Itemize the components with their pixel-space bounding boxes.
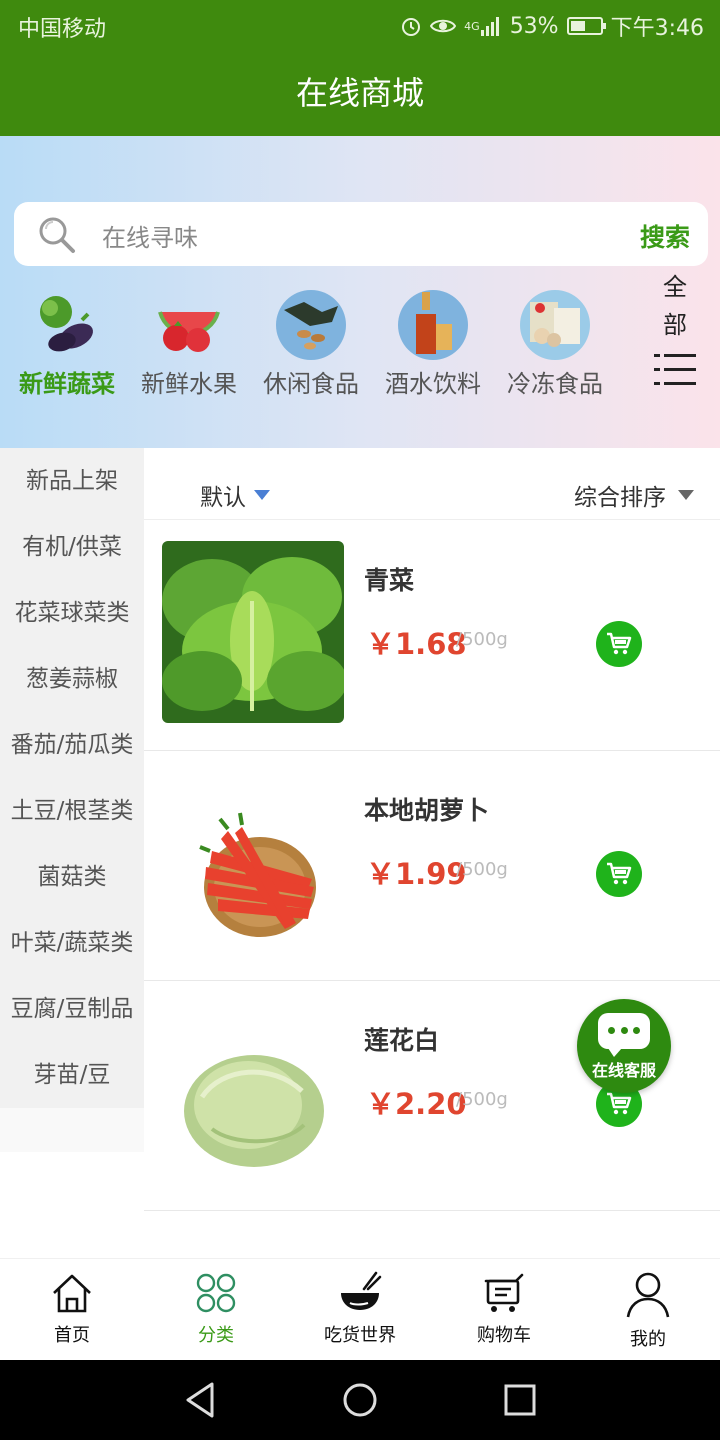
- product-price: ￥1.68: [366, 627, 467, 661]
- category-label: 冷冻食品: [507, 370, 603, 398]
- network-label: 4G: [464, 19, 480, 33]
- product-unit: /500g: [456, 1089, 508, 1110]
- tab-foodie-world[interactable]: 吃货世界: [288, 1259, 432, 1360]
- add-to-cart-button[interactable]: [596, 621, 642, 667]
- sidebar-item[interactable]: 新品上架: [0, 448, 144, 514]
- category-vegetables[interactable]: 新鲜蔬菜: [6, 286, 128, 398]
- add-to-cart-button[interactable]: [596, 851, 642, 897]
- system-nav-bar: [0, 1360, 720, 1440]
- battery-icon: [566, 17, 606, 35]
- category-snacks[interactable]: 休闲食品: [250, 286, 372, 398]
- all-label-1: 全: [663, 273, 687, 301]
- sidebar-item[interactable]: 有机/供菜: [0, 514, 144, 580]
- product-price: ￥2.20: [366, 1087, 467, 1121]
- sidebar-item[interactable]: 芽苗/豆: [0, 1042, 144, 1108]
- sidebar-item[interactable]: 葱姜蒜椒: [0, 646, 144, 712]
- signal-icon: 4G: [464, 16, 502, 36]
- home-icon: [53, 1274, 91, 1313]
- sidebar-item[interactable]: 土豆/根茎类: [0, 778, 144, 844]
- tab-label: 我的: [630, 1329, 666, 1350]
- chat-bubble-icon: [598, 1013, 650, 1057]
- dropdown-arrow-icon: [678, 490, 694, 500]
- product-price: ￥1.99: [366, 857, 467, 891]
- eye-icon: [430, 17, 457, 35]
- category-sidebar: 新品上架 有机/供菜 花菜球菜类 葱姜蒜椒 番茄/茄瓜类 土豆/根茎类 菌菇类 …: [0, 448, 144, 1152]
- category-drinks[interactable]: 酒水饮料: [372, 286, 494, 398]
- all-categories-button[interactable]: 全 部: [646, 268, 704, 388]
- cart-icon: [484, 1273, 524, 1312]
- category-strip: 新鲜蔬菜 新鲜水果 休闲食品 酒水饮料 冷冻食品: [0, 286, 640, 398]
- category-label: 休闲食品: [263, 370, 359, 398]
- tab-cart[interactable]: 购物车: [432, 1259, 576, 1360]
- sort-overall-button[interactable]: 综合排序: [574, 478, 694, 512]
- bowl-icon: [341, 1271, 382, 1310]
- tab-label: 分类: [198, 1325, 234, 1346]
- carrier-label: 中国移动: [18, 17, 107, 42]
- sidebar-item[interactable]: 叶菜/蔬菜类: [0, 910, 144, 976]
- product-name: 青菜: [364, 566, 415, 595]
- carrot-image: [162, 771, 344, 953]
- cart-icon: [607, 632, 632, 655]
- sidebar-item[interactable]: 番茄/茄瓜类: [0, 712, 144, 778]
- product-unit: /500g: [456, 859, 508, 880]
- back-icon[interactable]: [182, 1380, 218, 1420]
- online-service-button[interactable]: 在线客服: [577, 999, 671, 1093]
- cabbage-image: [162, 1001, 344, 1183]
- vegetables-icon: [32, 290, 102, 360]
- tab-home[interactable]: 首页: [0, 1259, 144, 1360]
- cart-icon: [607, 862, 632, 885]
- tab-category[interactable]: 分类: [144, 1259, 288, 1360]
- search-input[interactable]: 在线寻味: [102, 218, 198, 253]
- sort-overall-label: 综合排序: [574, 485, 666, 511]
- cart-icon: [607, 1092, 632, 1115]
- product-card[interactable]: 青菜 ￥1.68 /500g: [144, 521, 720, 751]
- tab-label: 购物车: [477, 1325, 531, 1346]
- page-title: 在线商城: [0, 50, 720, 136]
- search-button[interactable]: 搜索: [640, 218, 690, 254]
- menu-icon: [654, 354, 696, 385]
- all-label-2: 部: [663, 311, 687, 339]
- drinks-icon: [398, 290, 468, 360]
- tab-profile[interactable]: 我的: [576, 1259, 720, 1360]
- status-bar: 中国移动 4G 53% 下午3:46: [0, 0, 720, 50]
- category-label: 新鲜蔬菜: [19, 370, 115, 398]
- product-card[interactable]: 本地胡萝卜 ￥1.99 /500g: [144, 751, 720, 981]
- home-nav-icon[interactable]: [342, 1380, 378, 1420]
- tab-label: 吃货世界: [324, 1325, 396, 1346]
- product-name: 莲花白: [364, 1026, 440, 1055]
- sidebar-item[interactable]: 豆腐/豆制品: [0, 976, 144, 1042]
- tab-label: 首页: [54, 1325, 90, 1346]
- hero-banner: 在线寻味 搜索 新鲜蔬菜 新鲜水果 休闲食品 酒水饮料 冷冻食品 全 部: [0, 136, 720, 448]
- recents-icon[interactable]: [502, 1380, 538, 1420]
- category-icon: [196, 1273, 236, 1313]
- clock: 下午3:46: [610, 16, 704, 41]
- fruits-icon: [154, 290, 224, 360]
- battery-percent: 53%: [509, 13, 559, 39]
- alarm-icon: [400, 15, 422, 37]
- sort-default-label: 默认: [200, 485, 246, 511]
- battery-fill: [570, 21, 586, 31]
- search-icon: [39, 217, 75, 253]
- search-bar[interactable]: 在线寻味 搜索: [14, 202, 708, 266]
- sidebar-item[interactable]: 花菜球菜类: [0, 580, 144, 646]
- category-label: 酒水饮料: [385, 370, 481, 398]
- sidebar-item[interactable]: 菌菇类: [0, 844, 144, 910]
- category-frozen[interactable]: 冷冻食品: [494, 286, 616, 398]
- sort-bar: 默认 综合排序: [144, 460, 720, 520]
- category-fruits[interactable]: 新鲜水果: [128, 286, 250, 398]
- bottom-tab-bar: 首页 分类 吃货世界 购物车 我的: [0, 1258, 720, 1360]
- dropdown-arrow-icon: [254, 490, 270, 500]
- online-service-label: 在线客服: [591, 1061, 656, 1080]
- frozen-food-icon: [520, 290, 590, 360]
- status-icons: 4G 53% 下午3:46: [400, 10, 704, 42]
- user-icon: [626, 1272, 670, 1318]
- sidebar-spacer: [0, 1108, 144, 1152]
- category-label: 新鲜水果: [141, 370, 237, 398]
- product-name: 本地胡萝卜: [364, 796, 490, 825]
- bok-choy-image: [162, 541, 344, 723]
- product-unit: /500g: [456, 629, 508, 650]
- sort-default-button[interactable]: 默认: [200, 478, 270, 512]
- snacks-icon: [276, 290, 346, 360]
